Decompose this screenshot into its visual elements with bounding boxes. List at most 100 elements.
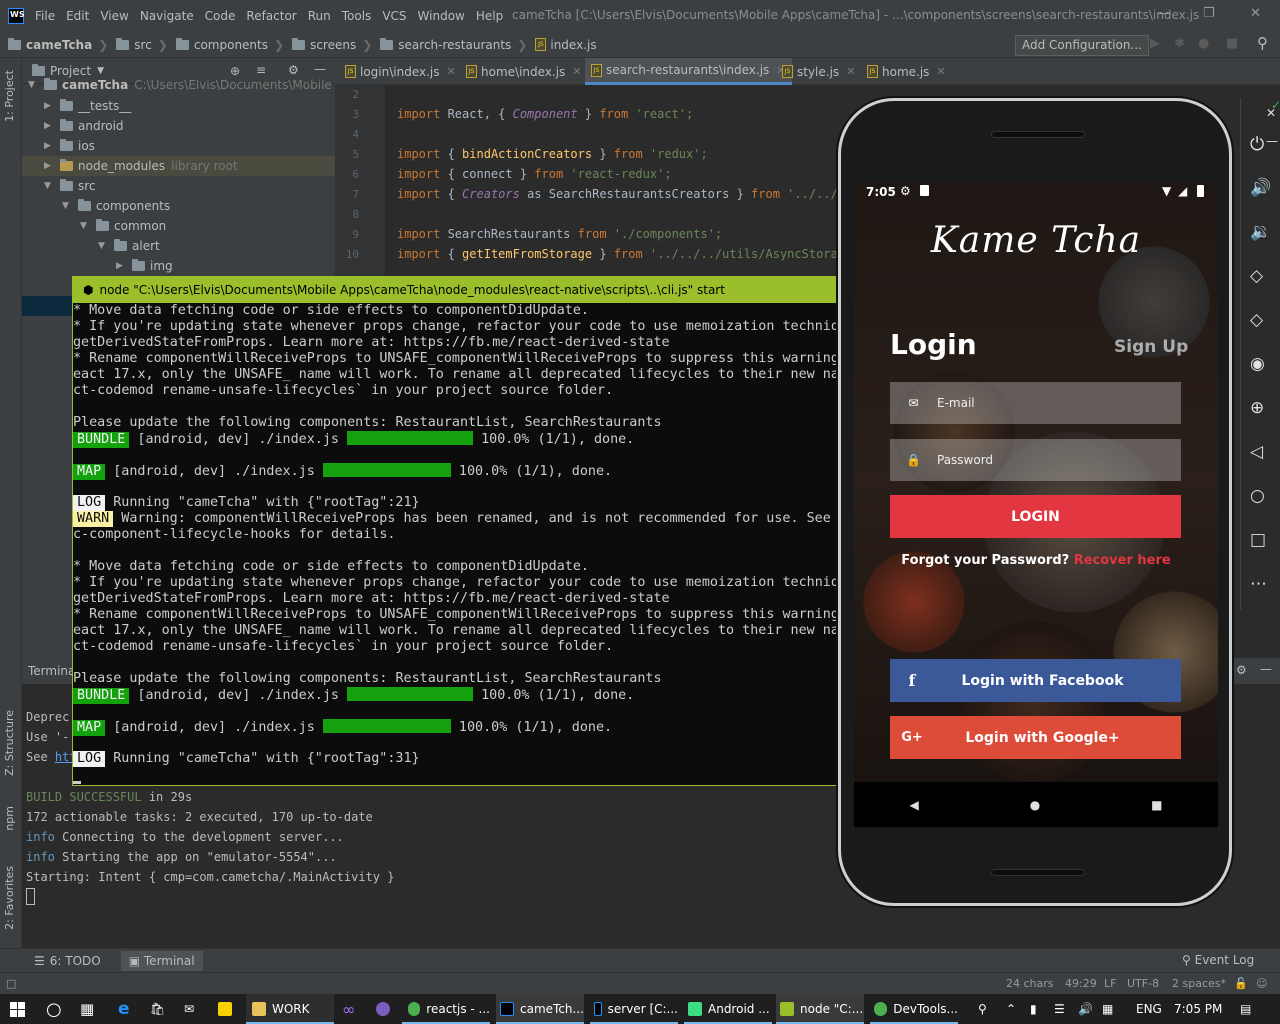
menu-code[interactable]: Code	[205, 9, 236, 23]
people-icon[interactable]: ⚲	[978, 994, 987, 1024]
email-field[interactable]: ✉ E-mail	[890, 382, 1181, 424]
hide-icon[interactable]: —	[1260, 662, 1272, 676]
battery-icon[interactable]: ▮	[1030, 994, 1037, 1024]
sticky-notes-icon[interactable]	[218, 994, 238, 1024]
rotate-right-icon[interactable]: ◇	[1250, 310, 1263, 330]
favorites-tool-tab[interactable]: 2: Favorites	[3, 866, 16, 930]
overview-icon[interactable]: ■	[1151, 798, 1162, 812]
store-icon[interactable]: 🛍	[150, 994, 165, 1024]
structure-tool-tab[interactable]: Z: Structure	[3, 710, 16, 776]
cortana-icon[interactable]: ○	[46, 994, 62, 1024]
clock[interactable]: 7:05 PM	[1174, 994, 1222, 1024]
tree-item-common[interactable]: ▼ common	[80, 216, 166, 236]
breadcrumb-src[interactable]: src	[116, 37, 152, 52]
console-body[interactable]: * Move data fetching code or side effect…	[73, 303, 840, 785]
taskbar-node[interactable]: node "C:...	[776, 994, 864, 1024]
menu-navigate[interactable]: Navigate	[140, 9, 194, 23]
camera-icon[interactable]: ◉	[1250, 354, 1265, 374]
menu-refactor[interactable]: Refactor	[246, 9, 296, 23]
breadcrumb-search-restaurants[interactable]: search-restaurants	[380, 37, 511, 52]
minimize-icon[interactable]: —	[1158, 6, 1171, 21]
taskbar-android[interactable]: Android ...	[684, 994, 772, 1024]
code-line[interactable]: import { getItemFromStorage } from '../.…	[397, 247, 852, 261]
sign-up-link[interactable]: Sign Up	[1114, 337, 1188, 357]
recover-link[interactable]: Recover here	[1074, 553, 1171, 568]
wifi-icon[interactable]: ☰	[1054, 994, 1065, 1024]
menu-run[interactable]: Run	[308, 9, 331, 23]
menu-window[interactable]: Window	[418, 9, 465, 23]
file-encoding[interactable]: UTF-8	[1127, 977, 1159, 990]
locate-icon[interactable]: ⊕	[230, 64, 240, 78]
cursor-position[interactable]: 49:29	[1065, 977, 1097, 990]
back-icon[interactable]: ◀	[909, 798, 918, 812]
google-login-button[interactable]: G+ Login with Google+	[890, 716, 1181, 759]
npm-tool-tab[interactable]: npm	[3, 806, 16, 831]
run-icon[interactable]: ▶	[1150, 36, 1160, 51]
action-center-icon[interactable]: ▤	[1240, 994, 1251, 1024]
home-icon[interactable]: ○	[1250, 486, 1265, 506]
close-icon[interactable]: ✕	[1266, 106, 1276, 120]
tree-item-android[interactable]: ▶ android	[44, 116, 124, 136]
minimize-icon[interactable]: —	[1266, 134, 1278, 148]
terminal-cursor[interactable]	[26, 888, 35, 905]
close-tab-icon[interactable]: ✕	[572, 65, 581, 78]
menu-tools[interactable]: Tools	[342, 9, 372, 23]
volume-up-icon[interactable]: 🔊	[1250, 178, 1271, 198]
edge-icon[interactable]: e	[118, 994, 130, 1024]
line-separator[interactable]: LF	[1104, 977, 1116, 990]
coverage-icon[interactable]: ●	[1198, 36, 1209, 51]
tree-item-tests[interactable]: ▶ __tests__	[44, 96, 131, 116]
breadcrumb-project[interactable]: cameTcha	[8, 37, 92, 52]
home-icon[interactable]: ●	[1030, 798, 1040, 812]
network-icon[interactable]: ▦	[1102, 994, 1113, 1024]
tab-home[interactable]: JS home.js ✕	[861, 58, 952, 85]
chevron-up-icon[interactable]: ⌃	[1006, 994, 1016, 1024]
task-view-icon[interactable]: ▦	[80, 994, 94, 1024]
close-tab-icon[interactable]: ✕	[846, 65, 855, 78]
taskbar-cametcha[interactable]: cameTch...	[496, 994, 584, 1024]
login-button[interactable]: LOGIN	[890, 495, 1181, 538]
visual-studio-icon[interactable]: ∞	[342, 994, 355, 1024]
menu-vcs[interactable]: VCS	[382, 9, 406, 23]
code-line[interactable]: import { bindActionCreators } from 'redu…	[397, 147, 708, 161]
tab-todo[interactable]: 6: TODO	[50, 954, 101, 968]
breadcrumb-file[interactable]: JS index.js	[535, 38, 597, 52]
taskbar-reactjs[interactable]: reactjs - ...	[402, 994, 490, 1024]
tab-login-index[interactable]: JS login\index.js ✕	[339, 58, 462, 85]
app-icon[interactable]	[376, 994, 396, 1024]
chevron-down-icon[interactable]: ▼	[97, 66, 104, 76]
project-view-selector[interactable]: Project	[50, 64, 91, 78]
rotate-left-icon[interactable]: ◇	[1250, 266, 1263, 286]
tab-search-restaurants-index[interactable]: JS search-restaurants\index.js ✕	[585, 58, 792, 85]
breadcrumb-components[interactable]: components	[175, 37, 268, 52]
volume-icon[interactable]: 🔊	[1078, 994, 1093, 1024]
tab-style[interactable]: JS style.js ✕	[776, 58, 861, 85]
menu-file[interactable]: File	[35, 9, 55, 23]
collapse-icon[interactable]: ≡	[256, 63, 266, 77]
more-icon[interactable]: ⋯	[1250, 574, 1267, 594]
breadcrumb-screens[interactable]: screens	[292, 37, 356, 52]
tree-item-components[interactable]: ▼ components	[62, 196, 170, 216]
close-icon[interactable]: ✕	[1250, 6, 1261, 21]
power-icon[interactable]: ⏻	[1250, 134, 1264, 155]
back-icon[interactable]: ◁	[1250, 442, 1263, 462]
lock-icon[interactable]: 🔓	[1234, 977, 1248, 990]
password-field[interactable]: 🔒 Password	[890, 439, 1181, 481]
tab-home-index[interactable]: JS home\index.js ✕	[460, 58, 588, 85]
restore-icon[interactable]: ❐	[1203, 6, 1215, 21]
taskbar-devtools[interactable]: DevTools...	[870, 994, 958, 1024]
code-line[interactable]: import React, { Component } from 'react'…	[397, 107, 693, 121]
taskbar-server[interactable]: server [C:...	[590, 994, 678, 1024]
close-tab-icon[interactable]: ✕	[447, 65, 456, 78]
search-icon[interactable]: ⚲	[1257, 34, 1268, 52]
project-tool-tab[interactable]: 1: Project	[3, 70, 16, 122]
add-configuration-button[interactable]: Add Configuration...	[1015, 35, 1149, 56]
stop-icon[interactable]: ■	[1226, 36, 1238, 51]
tab-terminal[interactable]: ▣ Terminal	[120, 950, 203, 971]
tree-item-src[interactable]: ▼ src	[44, 176, 96, 196]
mail-icon[interactable]: ✉	[184, 994, 194, 1024]
menu-help[interactable]: Help	[476, 9, 503, 23]
console-title-bar[interactable]: ⬢ node "C:\Users\Elvis\Documents\Mobile A…	[73, 277, 840, 303]
tree-item-alert[interactable]: ▼ alert	[98, 236, 160, 256]
taskbar-work[interactable]: WORK	[246, 994, 334, 1024]
